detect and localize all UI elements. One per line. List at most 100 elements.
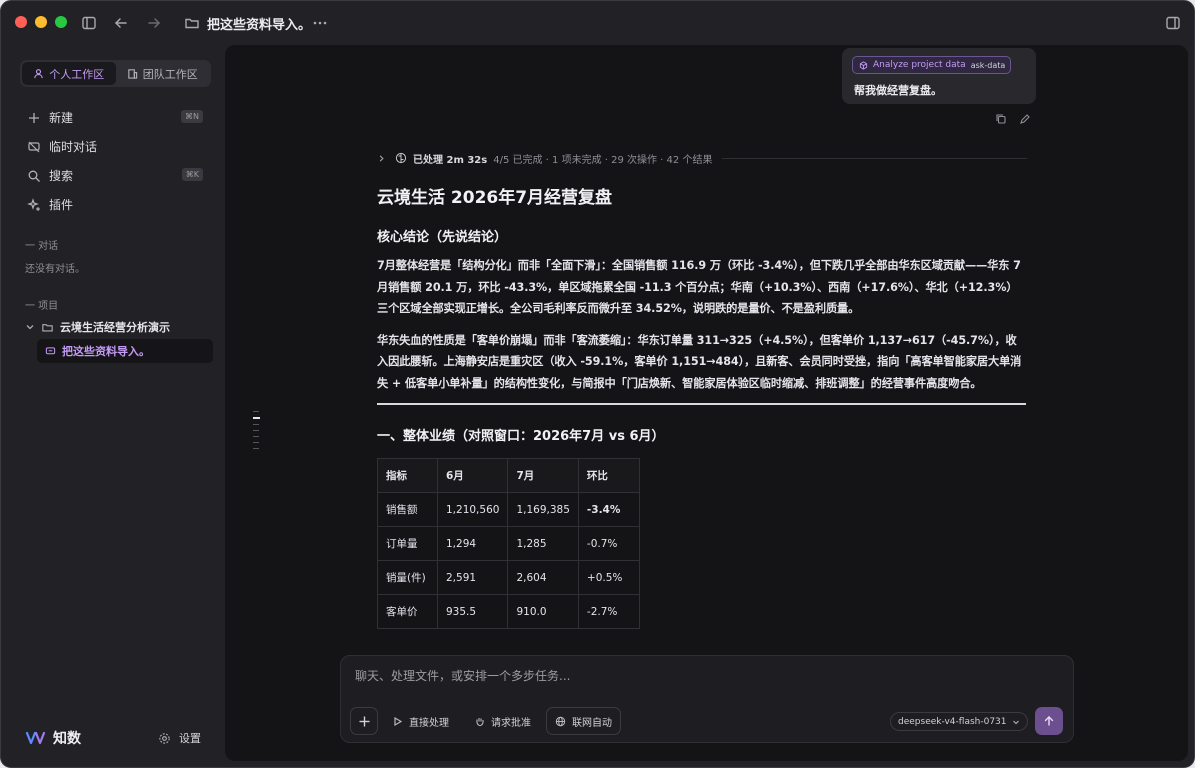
settings-button[interactable]: 设置	[158, 730, 201, 746]
table-cell: 910.0	[507, 594, 579, 629]
direct-process-button[interactable]: 直接处理	[384, 707, 457, 735]
sidebar-toggle-icon[interactable]	[80, 14, 98, 32]
table-cell: 2,591	[436, 560, 509, 595]
projects-heading: 一 项目	[25, 301, 59, 312]
chevron-down-icon	[26, 325, 34, 330]
message-actions	[995, 113, 1031, 125]
table-row: 销量(件) 2,591 2,604 +0.5%	[377, 560, 640, 595]
forward-arrow-icon[interactable]	[145, 14, 163, 32]
conversation-item-active[interactable]: 把这些资料导入。	[37, 339, 213, 363]
zoom-window-button[interactable]	[55, 16, 67, 28]
conversations-empty-text: 还没有对话。	[25, 264, 85, 275]
gear-icon	[159, 732, 170, 744]
play-icon	[394, 716, 403, 726]
user-message-text: 帮我做经营复盘。	[854, 84, 942, 97]
project-name: 云境生活经营分析演示	[60, 321, 170, 334]
temporary-chat-icon	[28, 141, 40, 152]
table-cell: 1,294	[436, 526, 509, 561]
table-row: 销售额 1,210,560 1,169,385 -3.4%	[377, 492, 640, 527]
processing-status[interactable]: 已处理 2m 32s 4/5 已完成 · 1 项未完成 · 29 次操作 · 4…	[377, 150, 1027, 166]
brand-mark-icon	[25, 731, 46, 745]
kpi-table: 指标 6月 7月 环比 销售额 1,210,560 1,169,385 -3.4…	[377, 458, 640, 629]
conversation-title: 把这些资料导入。	[62, 345, 150, 358]
edit-pencil-icon[interactable]	[1019, 113, 1031, 125]
building-icon	[128, 69, 137, 79]
table-row: 订单量 1,294 1,285 -0.7%	[377, 526, 640, 561]
table-cell: 销售额	[377, 492, 438, 527]
column-header: 环比	[577, 458, 640, 493]
search-icon	[28, 170, 40, 182]
message-composer: 直接处理 请求批准 联网自动 deepseek-v4-flash-0731	[340, 655, 1074, 743]
report-title: 云境生活 2026年7月经营复盘	[377, 188, 613, 208]
button-label: 请求批准	[491, 717, 531, 729]
chat-bubble-icon	[45, 346, 56, 354]
nav-label: 新建	[49, 111, 74, 125]
status-details: 4/5 已完成 · 1 项未完成 · 29 次操作 · 42 个结果	[493, 154, 713, 166]
shortcut-badge: ⌘N	[181, 110, 203, 123]
skill-tag: ask-data	[970, 60, 1006, 70]
tab-label: 团队工作区	[142, 67, 198, 81]
section-heading-overall: 一、整体业绩（对照窗口：2026年7月 vs 6月）	[377, 429, 665, 444]
sidebar: 个人工作区 团队工作区 新建 ⌘N 临时对话 搜索 ⌘K 插件 一 对话 还没有…	[1, 45, 225, 767]
back-arrow-icon[interactable]	[112, 14, 130, 32]
scroll-position-indicator[interactable]	[253, 411, 260, 454]
add-attachment-button[interactable]	[350, 707, 378, 735]
table-cell: 1,210,560	[436, 492, 509, 527]
project-item[interactable]: 云境生活经营分析演示	[25, 319, 170, 335]
table-cell: -2.7%	[577, 594, 640, 629]
table-cell: +0.5%	[577, 560, 640, 595]
table-cell: -3.4%	[577, 492, 640, 527]
sidebar-item-search[interactable]: 搜索 ⌘K	[19, 161, 209, 190]
request-approval-button[interactable]: 请求批准	[466, 707, 539, 735]
skill-chip[interactable]: Analyze project data ask-data	[852, 56, 1012, 74]
chat-input[interactable]	[355, 666, 955, 686]
column-header: 指标	[377, 458, 438, 493]
conclusion-heading: 核心结论（先说结论）	[377, 230, 508, 245]
column-header: 6月	[436, 458, 509, 493]
sparkle-icon	[27, 197, 40, 211]
folder-icon	[185, 18, 199, 29]
model-name: deepseek-v4-flash-0731	[898, 716, 1007, 727]
tab-personal-workspace[interactable]: 个人工作区	[22, 62, 116, 85]
assistant-response: 已处理 2m 32s 4/5 已完成 · 1 项未完成 · 29 次操作 · 4…	[377, 150, 1027, 629]
hand-icon	[476, 717, 484, 726]
title-bar: 把这些资料导入。	[1, 1, 1194, 45]
brand-name: 知数	[53, 731, 81, 747]
send-button[interactable]	[1035, 707, 1063, 735]
table-cell: 销量(件)	[377, 560, 438, 595]
web-auto-button[interactable]: 联网自动	[546, 707, 621, 735]
shortcut-badge: ⌘K	[181, 168, 203, 181]
divider	[377, 403, 1026, 405]
window-title: 把这些资料导入。	[207, 18, 312, 33]
minimize-window-button[interactable]	[35, 16, 47, 28]
conversations-heading: 一 对话	[25, 241, 59, 252]
status-label: 已处理 2m 32s	[413, 154, 488, 166]
button-label: 直接处理	[409, 717, 449, 729]
main-panel: Analyze project data ask-data 帮我做经营复盘。 已…	[225, 45, 1188, 761]
tab-team-workspace[interactable]: 团队工作区	[116, 62, 210, 85]
close-window-button[interactable]	[15, 16, 27, 28]
sidebar-item-plugins[interactable]: 插件	[19, 190, 209, 219]
sidebar-item-new[interactable]: 新建 ⌘N	[19, 103, 209, 132]
paragraph-east-region: 华东失血的性质是「客单价崩塌」而非「客流萎缩」：华东订单量 311→325（+4…	[377, 333, 1022, 390]
nav-label: 搜索	[49, 169, 74, 183]
table-row: 客单价 935.5 910.0 -2.7%	[377, 594, 640, 629]
table-cell: 订单量	[377, 526, 438, 561]
plus-icon	[359, 716, 369, 726]
sidebar-nav: 新建 ⌘N 临时对话 搜索 ⌘K 插件	[19, 103, 209, 219]
more-options-icon[interactable]	[311, 14, 329, 32]
table-cell: 1,285	[507, 526, 579, 561]
app-window: 把这些资料导入。 个人工作区 团队工作区 新建 ⌘N 临时对话 搜索 ⌘K 插件…	[0, 0, 1195, 768]
sidebar-item-temporary-chat[interactable]: 临时对话	[19, 132, 209, 161]
user-message-bubble: Analyze project data ask-data 帮我做经营复盘。	[842, 48, 1036, 104]
skill-label: Analyze project data	[873, 60, 966, 70]
folder-icon	[42, 323, 53, 331]
settings-label: 设置	[179, 732, 201, 745]
right-panel-toggle-icon[interactable]	[1164, 14, 1182, 32]
table-cell: 1,169,385	[507, 492, 579, 527]
cube-icon	[859, 60, 868, 70]
table-cell: 935.5	[436, 594, 509, 629]
model-selector[interactable]: deepseek-v4-flash-0731	[890, 712, 1028, 731]
copy-icon[interactable]	[995, 113, 1007, 125]
window-controls	[15, 16, 67, 28]
